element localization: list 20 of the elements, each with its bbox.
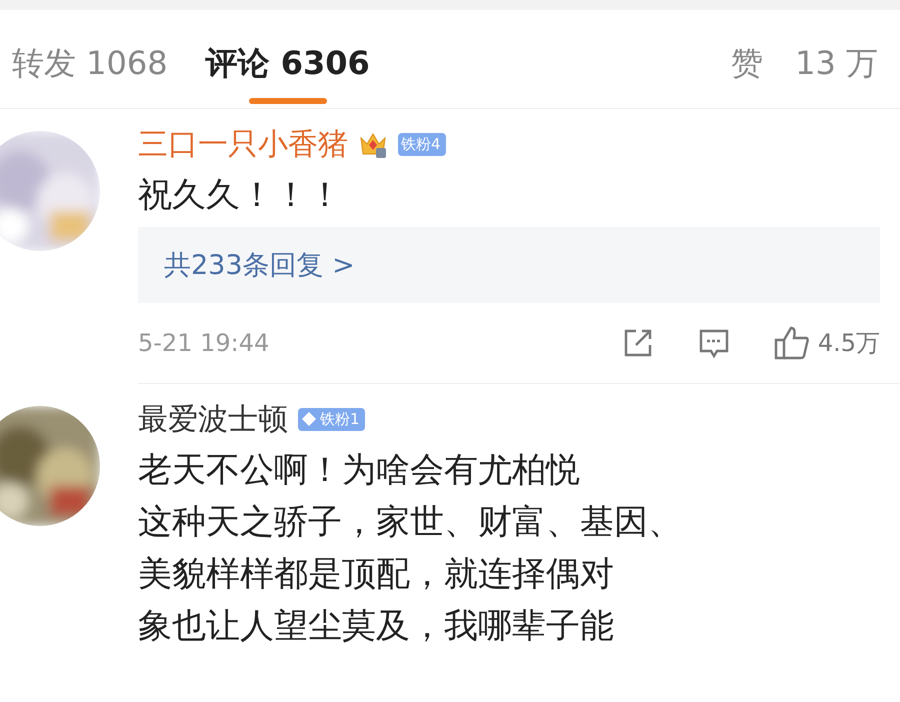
user-name[interactable]: 三口一只小香猪 [138, 124, 348, 164]
comment-text: 老天不公啊！为啥会有尤柏悦 [138, 449, 581, 492]
comment-time: 5-21 19:44 [138, 329, 270, 357]
tab[interactable]: 评论 6306 [206, 10, 370, 86]
comment-icon [698, 327, 730, 359]
tab[interactable]: 转发 1068 [12, 10, 168, 86]
diamond-icon [301, 411, 317, 427]
like-button[interactable]: 4.5万 [774, 326, 880, 360]
user-name[interactable]: 最爱波士顿 [138, 398, 288, 440]
replies-link[interactable]: 共233条回复 > [138, 227, 880, 303]
fan-badge: 铁粉4 [398, 132, 446, 156]
comment-text: 祝久久！！！ [138, 174, 343, 217]
likes-label: 赞 [731, 43, 764, 84]
fan-badge: 铁粉1 [298, 408, 365, 430]
comment-text: 象也让人望尘莫及，我哪辈子能 [138, 605, 615, 648]
likes-count: 13 万 [795, 43, 878, 84]
thumbs-up-icon [774, 326, 810, 360]
comment-button[interactable] [698, 327, 730, 359]
comment-text: 美貌样样都是顶配，就连择偶对 [138, 553, 615, 596]
comment-text: 这种天之骄子，家世、财富、基因、 [138, 501, 683, 544]
